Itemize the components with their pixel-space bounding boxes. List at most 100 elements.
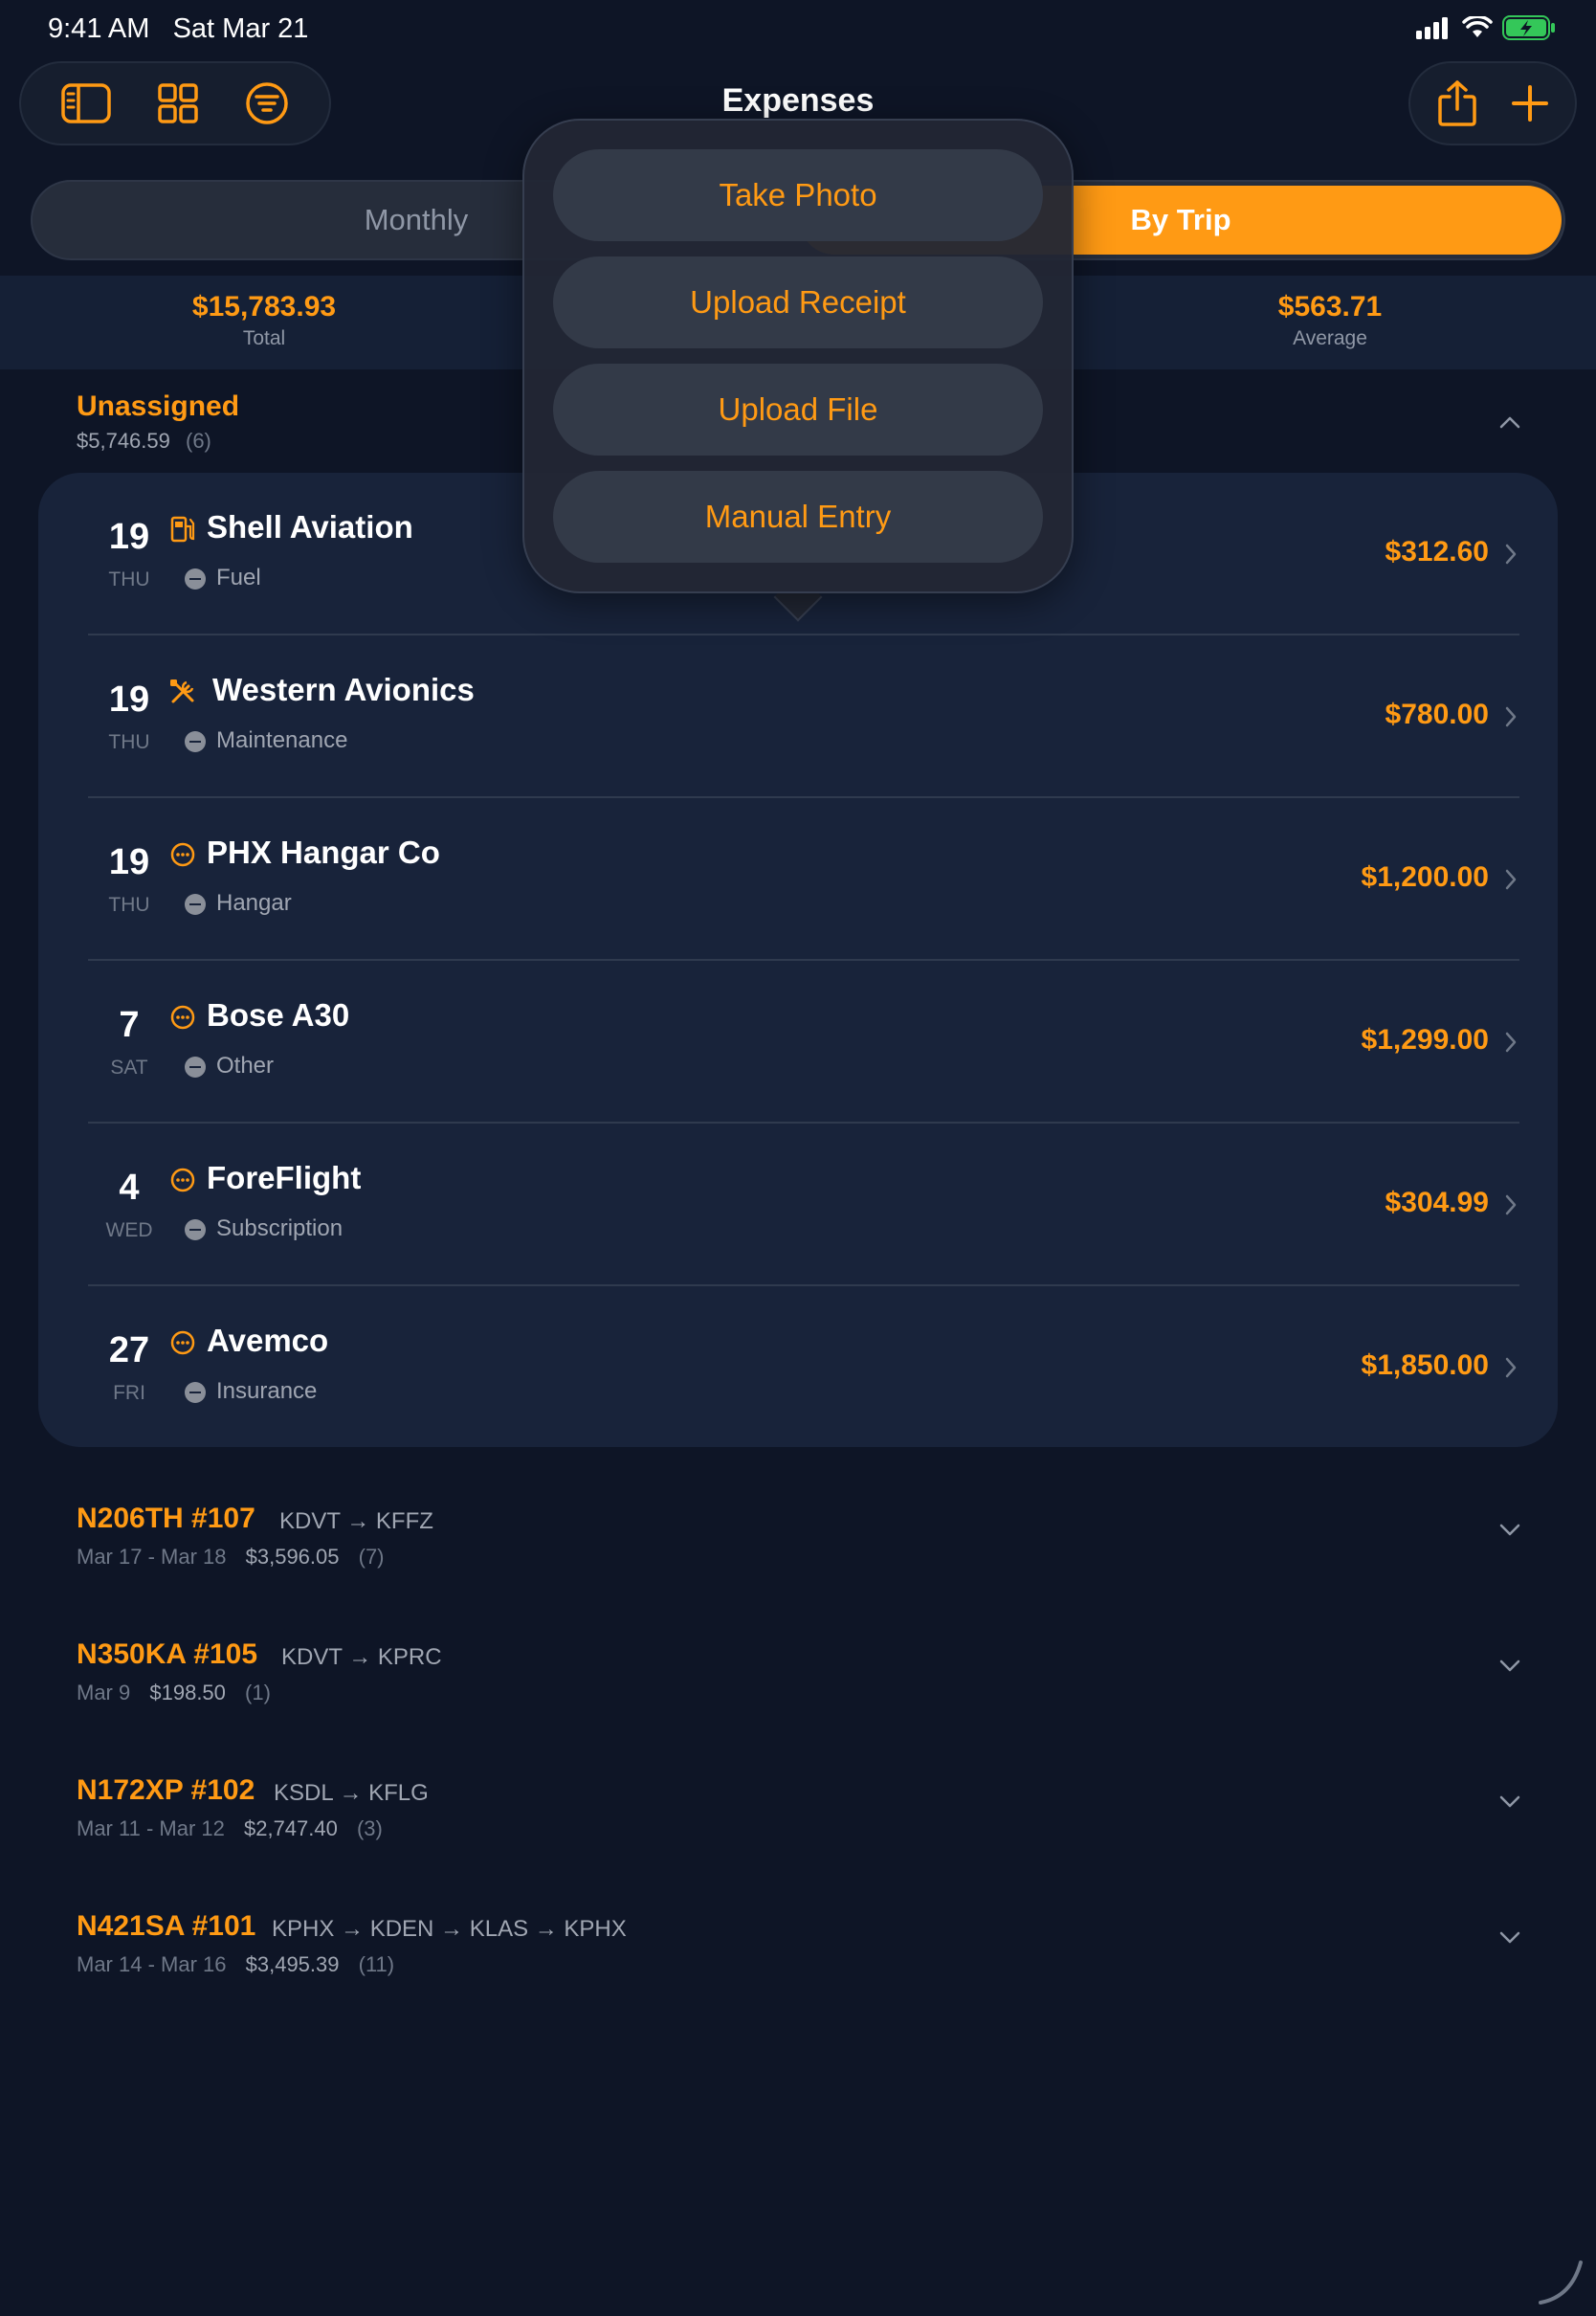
trip-amount: $3,495.39	[245, 1952, 340, 1976]
expense-amount: $1,299.00	[1361, 1024, 1489, 1056]
category-minus-icon	[185, 894, 206, 915]
category-minus-icon	[185, 731, 206, 752]
expense-vendor: Avemco	[207, 1323, 329, 1358]
wifi-icon	[1462, 16, 1493, 37]
expense-day: 4	[119, 1168, 140, 1208]
chevron-right-icon	[1505, 869, 1517, 890]
resize-grabber-icon[interactable]	[1533, 2255, 1586, 2308]
expense-category: Other	[216, 1053, 275, 1079]
expand-chevron-icon[interactable]	[1496, 1516, 1523, 1543]
expense-weekday: FRI	[113, 1382, 145, 1404]
ellipsis-circle-icon	[170, 1005, 195, 1030]
status-time: 9:41 AM Sat Mar 21	[48, 13, 309, 44]
expense-row[interactable]: 7 SAT Bose A30 Other $1,299.00	[38, 961, 1558, 1124]
trip-count: (3)	[356, 1816, 383, 1840]
trip-count: (1)	[245, 1681, 271, 1704]
take-photo-button[interactable]: Take Photo	[553, 149, 1043, 241]
summary-average-value: $563.71	[1277, 291, 1383, 323]
trip-subtitle: Mar 11 - Mar 12 $2,747.40 (3)	[77, 1816, 383, 1841]
trip-amount: $3,596.05	[245, 1545, 340, 1569]
trip-route: KPHX → KDEN → KLAS → KPHX	[272, 1916, 627, 1942]
upload-receipt-button[interactable]: Upload Receipt	[553, 256, 1043, 348]
trip-group[interactable]: N206TH #107 KDVT → KFFZ Mar 17 - Mar 18 …	[0, 1503, 1596, 1617]
upload-file-button[interactable]: Upload File	[553, 364, 1043, 456]
manual-entry-button[interactable]: Manual Entry	[553, 471, 1043, 563]
expense-row[interactable]: 19 THU Western Avionics Maintenance $780…	[38, 635, 1558, 798]
trip-dates: Mar 9	[77, 1681, 131, 1704]
summary-average: $563.71 Average	[1139, 291, 1521, 350]
expense-category: Insurance	[216, 1378, 318, 1404]
expense-category: Hangar	[216, 890, 292, 916]
expense-weekday: THU	[108, 568, 150, 590]
collapse-chevron-icon[interactable]	[1496, 410, 1523, 436]
trip-amount: $198.50	[149, 1681, 226, 1704]
expense-row[interactable]: 27 FRI Avemco Insurance $1,850.00	[38, 1286, 1558, 1449]
expand-chevron-icon[interactable]	[1496, 1924, 1523, 1950]
expense-amount: $304.99	[1385, 1187, 1489, 1218]
page-title: Expenses	[721, 82, 875, 119]
summary-total-value: $15,783.93	[191, 291, 337, 323]
category-minus-icon	[185, 1219, 206, 1240]
expense-weekday: WED	[105, 1219, 153, 1241]
expense-vendor: Shell Aviation	[207, 509, 413, 545]
expense-row[interactable]: 19 THU PHX Hangar Co Hangar $1,200.00	[38, 798, 1558, 961]
expense-vendor: Western Avionics	[212, 672, 475, 707]
trip-subtitle: Mar 17 - Mar 18 $3,596.05 (7)	[77, 1545, 385, 1570]
toolbar-right-group	[1408, 61, 1577, 145]
trip-group[interactable]: N350KA #105 KDVT → KPRC Mar 9 $198.50 (1…	[0, 1638, 1596, 1753]
trip-title: N421SA #101	[77, 1910, 256, 1942]
summary-total-label: Total	[242, 327, 286, 349]
expense-vendor: ForeFlight	[207, 1160, 362, 1195]
trip-subtitle: Mar 14 - Mar 16 $3,495.39 (11)	[77, 1952, 394, 1977]
expense-vendor: PHX Hangar Co	[207, 835, 440, 870]
expense-day: 19	[108, 679, 150, 720]
unassigned-subtitle: $5,746.59 (6)	[77, 429, 211, 454]
ellipsis-circle-icon	[170, 1168, 195, 1192]
unassigned-title[interactable]: Unassigned	[77, 390, 239, 423]
expense-day: 7	[119, 1005, 140, 1045]
summary-total: $15,783.93 Total	[73, 291, 455, 350]
battery-icon	[1502, 15, 1555, 40]
ellipsis-circle-icon	[170, 1330, 195, 1355]
expense-amount: $780.00	[1385, 699, 1489, 730]
trip-route: KSDL → KFLG	[274, 1780, 429, 1806]
signal-icon	[1416, 17, 1448, 39]
trip-count: (11)	[358, 1952, 395, 1976]
category-minus-icon	[185, 568, 206, 590]
expand-chevron-icon[interactable]	[1496, 1788, 1523, 1815]
add-expense-popover: Take Photo Upload Receipt Upload File Ma…	[522, 119, 1074, 593]
trip-route: KDVT → KFFZ	[279, 1508, 433, 1534]
expense-category: Fuel	[216, 565, 261, 590]
trip-dates: Mar 11 - Mar 12	[77, 1816, 225, 1840]
expense-vendor: Bose A30	[207, 997, 350, 1033]
plus-icon[interactable]	[1511, 84, 1549, 122]
trip-amount: $2,747.40	[243, 1816, 338, 1840]
chevron-right-icon	[1505, 1032, 1517, 1053]
trip-dates: Mar 14 - Mar 16	[77, 1952, 227, 1976]
unassigned-count: (6)	[186, 429, 211, 453]
status-icons	[1416, 15, 1556, 40]
expense-amount: $1,200.00	[1361, 861, 1489, 893]
chevron-right-icon	[1505, 1194, 1517, 1215]
category-minus-icon	[185, 1057, 206, 1078]
trip-title: N350KA #105	[77, 1638, 258, 1670]
category-minus-icon	[185, 1382, 206, 1403]
trip-title: N206TH #107	[77, 1503, 255, 1534]
expense-day: 27	[108, 1330, 150, 1370]
expand-chevron-icon[interactable]	[1496, 1652, 1523, 1679]
expense-weekday: THU	[108, 731, 150, 753]
trip-title: N172XP #102	[77, 1774, 255, 1806]
share-icon[interactable]	[1437, 79, 1477, 127]
trip-group[interactable]: N421SA #101 KPHX → KDEN → KLAS → KPHX Ma…	[0, 1910, 1596, 2025]
trip-count: (7)	[358, 1545, 385, 1569]
trip-route: KDVT → KPRC	[281, 1644, 442, 1670]
expense-weekday: THU	[108, 894, 150, 916]
expense-row[interactable]: 4 WED ForeFlight Subscription $304.99	[38, 1124, 1558, 1286]
trip-dates: Mar 17 - Mar 18	[77, 1545, 227, 1569]
unassigned-amount: $5,746.59	[77, 429, 170, 453]
expense-category: Maintenance	[216, 727, 348, 753]
wrench-screwdriver-icon	[170, 679, 194, 703]
chevron-right-icon	[1505, 544, 1517, 565]
trip-group[interactable]: N172XP #102 KSDL → KFLG Mar 11 - Mar 12 …	[0, 1774, 1596, 1889]
expense-weekday: SAT	[110, 1057, 148, 1079]
